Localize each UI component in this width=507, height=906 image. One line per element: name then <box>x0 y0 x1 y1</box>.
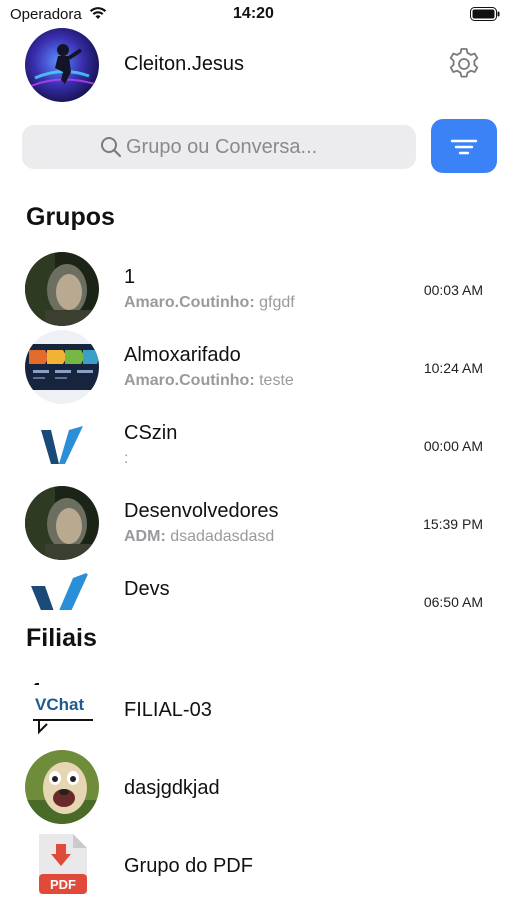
avatar-image <box>25 28 99 102</box>
group-row[interactable]: Desenvolvedores ADM: dsadadasdasd 15:39 … <box>0 486 507 564</box>
group-row[interactable]: Almoxarifado Amaro.Coutinho: teste 10:24… <box>0 330 507 408</box>
profile-avatar[interactable] <box>25 28 99 102</box>
message-text: teste <box>259 372 294 389</box>
branch-name: FILIAL-03 <box>124 699 212 721</box>
last-message: Amaro.Coutinho: gfgdf <box>124 294 295 312</box>
filter-icon <box>450 139 478 155</box>
group-name: Almoxarifado <box>124 344 241 366</box>
group-avatar <box>25 486 99 560</box>
branch-row[interactable]: dasjgdkjad <box>0 750 507 828</box>
message-sender: Amaro.Coutinho: <box>124 372 255 389</box>
search-input[interactable] <box>126 133 386 161</box>
message-time: 00:03 AM <box>423 282 483 298</box>
filter-button[interactable] <box>431 119 497 173</box>
search-bar[interactable] <box>22 125 416 169</box>
branch-avatar-logo: VChat <box>25 672 99 746</box>
message-time: 10:24 AM <box>423 360 483 376</box>
status-time: 14:20 <box>233 5 274 22</box>
group-name: CSzin <box>124 422 178 444</box>
status-bar: Operadora 14:20 <box>0 0 507 28</box>
branch-row[interactable]: VChat FILIAL-03 <box>0 672 507 750</box>
branches-section-title: Filiais <box>26 624 97 652</box>
group-name: Devs <box>124 578 170 600</box>
message-sender: Amaro.Coutinho: <box>124 294 255 311</box>
message-text: gfgdf <box>259 294 295 311</box>
battery-icon <box>470 7 500 21</box>
last-message: ADM: dsadadasdasd <box>124 528 274 546</box>
branch-name: Grupo do PDF <box>124 855 253 877</box>
vchat-logo-text: VChat <box>35 695 84 714</box>
group-name: 1 <box>124 266 136 288</box>
branch-avatar <box>25 750 99 824</box>
message-time: 00:00 AM <box>423 438 483 454</box>
message-time: 15:39 PM <box>423 516 483 532</box>
branch-row[interactable]: PDF Grupo do PDF <box>0 828 507 906</box>
pdf-file-icon: PDF <box>25 828 99 902</box>
last-message: Amaro.Coutinho: teste <box>124 372 294 390</box>
last-message: : <box>124 450 128 468</box>
groups-section-title: Grupos <box>26 203 115 231</box>
group-avatar-logo <box>25 408 99 482</box>
message-text: dsadadasdasd <box>170 528 275 545</box>
message-text: : <box>124 450 129 467</box>
group-avatar <box>25 252 99 326</box>
gear-icon[interactable] <box>446 46 482 82</box>
message-sender: ADM: <box>124 528 166 545</box>
message-time: 06:50 AM <box>423 594 483 610</box>
group-row[interactable]: Devs 06:50 AM <box>0 564 507 610</box>
group-avatar <box>25 330 99 404</box>
group-row[interactable]: 1 Amaro.Coutinho: gfgdf 00:03 AM <box>0 252 507 330</box>
group-avatar-logo <box>25 564 99 610</box>
branch-name: dasjgdkjad <box>124 777 220 799</box>
group-name: Desenvolvedores <box>124 500 279 522</box>
pdf-label: PDF <box>50 877 76 892</box>
group-row[interactable]: CSzin : 00:00 AM <box>0 408 507 486</box>
search-icon <box>101 137 122 158</box>
profile-name: Cleiton.Jesus <box>124 53 245 75</box>
